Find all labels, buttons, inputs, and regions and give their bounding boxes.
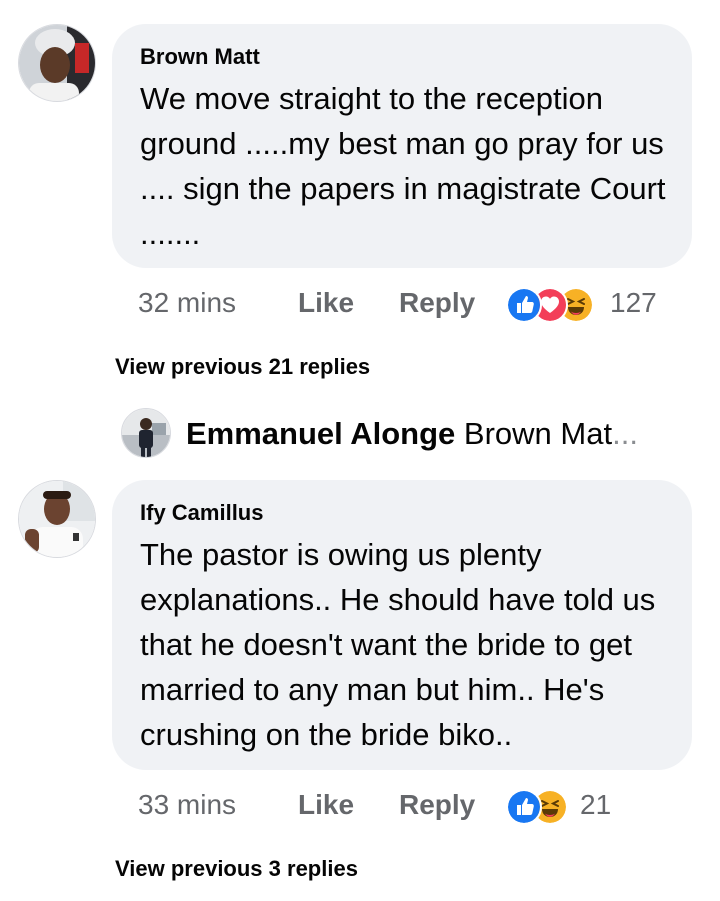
comment-time[interactable]: 33 mins [138, 788, 236, 822]
comment-author[interactable]: Brown Matt [140, 44, 260, 70]
comment-actions: 32 mins Like Reply 127 [138, 286, 678, 323]
like-reaction-icon [506, 287, 542, 323]
comment-text: The pastor is owing us plenty explanatio… [140, 537, 656, 752]
nested-reply-author[interactable]: Emmanuel Alonge [186, 416, 455, 451]
nested-reply-ellipsis: ... [612, 416, 638, 451]
avatar-brown-matt[interactable] [18, 24, 96, 102]
like-button[interactable]: Like [298, 788, 354, 822]
reactions-summary[interactable] [506, 789, 568, 825]
nested-reply-text: Brown Mat [463, 416, 613, 451]
view-previous-replies[interactable]: View previous 21 replies [115, 353, 370, 381]
reply-button[interactable]: Reply [399, 788, 475, 822]
view-previous-replies[interactable]: View previous 3 replies [115, 855, 358, 883]
comment-actions: 33 mins Like Reply 21 [138, 788, 678, 825]
avatar-emmanuel-alonge[interactable] [121, 408, 171, 458]
comment-bubble[interactable]: Brown Matt We move straight to the recep… [112, 24, 692, 268]
comment-author[interactable]: Ify Camillus [140, 500, 263, 526]
nested-reply-preview[interactable]: Emmanuel Alonge Brown Mat... [186, 414, 638, 454]
avatar-photo [19, 481, 95, 557]
like-reaction-icon [506, 789, 542, 825]
comment-text: We move straight to the reception ground… [140, 81, 666, 251]
comment-time[interactable]: 32 mins [138, 286, 236, 320]
comment-bubble[interactable]: Ify Camillus The pastor is owing us plen… [112, 480, 692, 770]
avatar-photo [19, 25, 95, 101]
reply-button[interactable]: Reply [399, 286, 475, 320]
reaction-count[interactable]: 21 [580, 788, 611, 822]
avatar-ify-camillus[interactable] [18, 480, 96, 558]
reaction-count[interactable]: 127 [610, 286, 657, 320]
reactions-summary[interactable] [506, 287, 598, 323]
avatar-photo [122, 409, 170, 457]
like-button[interactable]: Like [298, 286, 354, 320]
